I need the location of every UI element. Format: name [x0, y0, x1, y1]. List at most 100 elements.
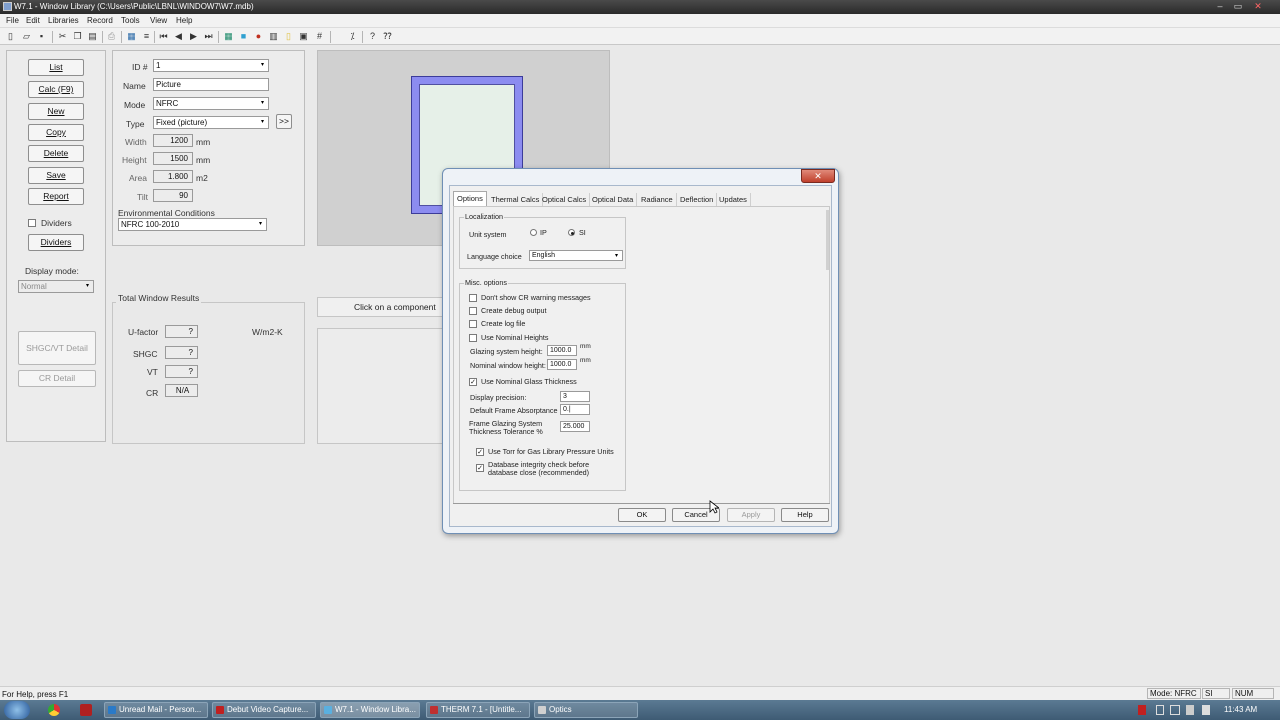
copy-icon[interactable]: ❐	[72, 31, 83, 42]
menu-tools[interactable]: Tools	[121, 16, 140, 25]
shgc-vt-detail-button[interactable]: SHGC/VT Detail	[18, 331, 96, 365]
report-button[interactable]: Report	[28, 188, 84, 205]
table-icon[interactable]: ▦	[223, 31, 234, 42]
menu-view[interactable]: View	[150, 16, 167, 25]
task-optics[interactable]: Optics	[534, 702, 638, 718]
tab-updates[interactable]: Updates	[716, 193, 751, 206]
new-button[interactable]: New	[28, 103, 84, 120]
ok-button[interactable]: OK	[618, 508, 666, 522]
more-button[interactable]: >>	[276, 114, 292, 129]
apply-button[interactable]: Apply	[727, 508, 775, 522]
env-select[interactable]: NFRC 100-2010 ▾	[118, 218, 267, 231]
task-therm[interactable]: THERM 7.1 - [Untitle...	[426, 702, 530, 718]
dialog-close-button[interactable]: ✕	[801, 169, 835, 183]
tray-network-icon[interactable]	[1170, 705, 1180, 715]
new-icon[interactable]: ▯	[5, 31, 16, 42]
print-icon[interactable]: ⎙	[106, 31, 117, 42]
misc-options-title: Misc. options	[464, 278, 508, 287]
menu-record[interactable]: Record	[87, 16, 113, 25]
calc-button[interactable]: Calc (F9)	[28, 81, 84, 98]
prev-icon[interactable]: ◀	[173, 31, 184, 42]
area-field: 1.800	[153, 170, 193, 183]
maximize-icon[interactable]: ▭	[1232, 1, 1244, 11]
help-icon[interactable]: ?	[367, 31, 378, 42]
glazing-height-field[interactable]: 1000.0	[547, 345, 577, 356]
next-icon[interactable]: ▶	[188, 31, 199, 42]
log-file-checkbox[interactable]	[469, 320, 477, 328]
name-field[interactable]: Picture	[153, 78, 269, 91]
task-debut[interactable]: Debut Video Capture...	[212, 702, 316, 718]
nominal-heights-checkbox[interactable]	[469, 334, 477, 342]
tray-volume-icon[interactable]	[1186, 705, 1194, 715]
copy-button[interactable]: Copy	[28, 124, 84, 141]
tray-clock[interactable]: 11:43 AM	[1224, 705, 1257, 714]
minimize-icon[interactable]: –	[1214, 1, 1226, 11]
mode-select[interactable]: NFRC ▾	[153, 97, 269, 110]
cut-icon[interactable]: ✂	[57, 31, 68, 42]
frame-icon[interactable]: ▣	[298, 31, 309, 42]
bars-icon[interactable]: ▥	[268, 31, 279, 42]
chrome-icon[interactable]	[48, 704, 60, 716]
tab-optical-data[interactable]: Optical Data	[589, 193, 638, 206]
hash-icon[interactable]: #	[314, 31, 325, 42]
close-icon[interactable]: ✕	[1252, 1, 1264, 11]
dividers-checkbox[interactable]	[28, 219, 36, 227]
task-window[interactable]: W7.1 - Window Libra...	[320, 702, 420, 718]
list-icon[interactable]: ≡	[141, 31, 152, 42]
tray-red-icon[interactable]	[1138, 705, 1146, 715]
tolerance-field[interactable]: 25.000	[560, 421, 590, 432]
tab-thermal-calcs[interactable]: Thermal Calcs	[488, 193, 544, 206]
menu-edit[interactable]: Edit	[26, 16, 40, 25]
open-icon[interactable]: ▱	[21, 31, 32, 42]
menu-help[interactable]: Help	[176, 16, 192, 25]
torr-checkbox[interactable]: ✓	[476, 448, 484, 456]
tab-deflection[interactable]: Deflection	[677, 193, 718, 206]
save-icon[interactable]: ▪	[36, 31, 47, 42]
db-integrity-checkbox[interactable]: ✓	[476, 464, 484, 472]
cr-detail-button[interactable]: CR Detail	[18, 370, 96, 387]
first-icon[interactable]: ⏮	[158, 31, 169, 42]
help-button[interactable]: Help	[781, 508, 829, 522]
task-mail[interactable]: Unread Mail - Person...	[104, 702, 208, 718]
ip-label: IP	[540, 228, 547, 237]
precision-field[interactable]: 3	[560, 391, 590, 402]
glazing-height-label: Glazing system height:	[470, 347, 543, 356]
display-mode-select[interactable]: Normal ▾	[18, 280, 94, 293]
nominal-window-height-field[interactable]: 1000.0	[547, 359, 577, 370]
frame-absorptance-field[interactable]: 0.|	[560, 404, 590, 415]
results-title: Total Window Results	[116, 293, 202, 303]
dividers-button[interactable]: Dividers	[28, 234, 84, 251]
tab-radiance[interactable]: Radiance	[638, 193, 677, 206]
id-select[interactable]: 1 ▾	[153, 59, 269, 72]
last-icon[interactable]: ⏭	[203, 31, 214, 42]
save-button[interactable]: Save	[28, 167, 84, 184]
square-icon[interactable]: ■	[238, 31, 249, 42]
delete-button[interactable]: Delete	[28, 145, 84, 162]
percent-icon[interactable]: ⁒	[347, 31, 358, 42]
type-select[interactable]: Fixed (picture) ▾	[153, 116, 269, 129]
debug-output-checkbox[interactable]	[469, 307, 477, 315]
red-dot-icon[interactable]: ●	[253, 31, 264, 42]
page-icon[interactable]: ▯	[283, 31, 294, 42]
tray-power-icon[interactable]	[1202, 705, 1210, 715]
list-button[interactable]: List	[28, 59, 84, 76]
paste-icon[interactable]: ▤	[87, 31, 98, 42]
context-help-icon[interactable]: ⁇	[382, 31, 393, 42]
toolbar-separator	[154, 31, 155, 43]
scrollbar-thumb[interactable]	[826, 210, 829, 270]
menu-file[interactable]: File	[6, 16, 19, 25]
language-select[interactable]: English ▾	[529, 250, 623, 261]
tab-options[interactable]: Options	[453, 191, 487, 206]
grid-icon[interactable]: ▦	[126, 31, 137, 42]
therm-icon	[430, 706, 438, 714]
no-cr-warning-checkbox[interactable]	[469, 294, 477, 302]
ip-radio[interactable]	[530, 229, 537, 236]
tab-optical-calcs[interactable]: Optical Calcs	[539, 193, 591, 206]
menu-libraries[interactable]: Libraries	[48, 16, 79, 25]
start-button[interactable]	[4, 701, 30, 719]
acrobat-icon[interactable]	[80, 704, 92, 716]
si-radio[interactable]	[568, 229, 575, 236]
tray-flag-icon[interactable]	[1156, 705, 1164, 715]
nominal-glass-checkbox[interactable]: ✓	[469, 378, 477, 386]
options-tab-page: Localization Unit system IP SI Language …	[453, 206, 830, 504]
